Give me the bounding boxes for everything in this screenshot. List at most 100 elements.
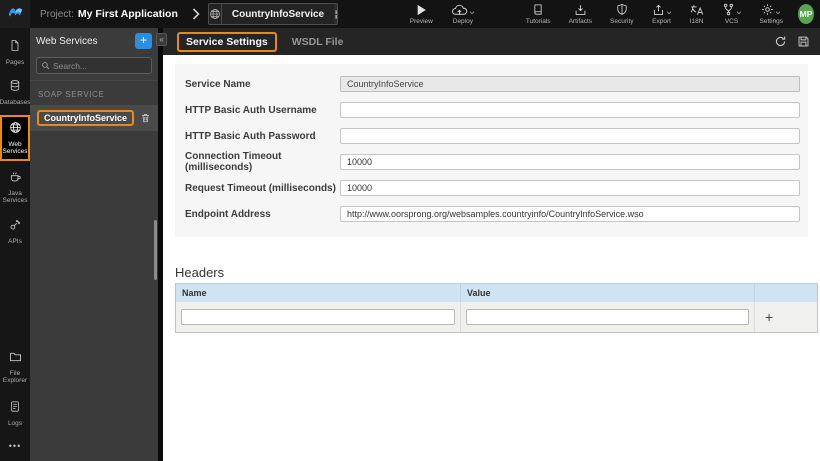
header-name-cell [176,302,461,332]
vcs-label: VCS [724,18,739,25]
header-value-input[interactable] [466,309,749,325]
deploy-label: Deploy [452,17,473,25]
header-name-input[interactable] [181,309,455,325]
vcs-button[interactable]: VCS [722,3,742,25]
rail-top-group: Pages Databases Web Services Java Servic… [0,34,31,249]
sidebar-item-label: Logs [7,419,23,427]
i18n-icon [690,4,704,16]
security-label: Security [610,18,634,25]
sidebar-item-label: Web Services [2,140,28,156]
tab-wsdl-file[interactable]: WSDL File [292,36,344,48]
settings-button[interactable]: Settings [759,3,784,25]
file-explorer-icon [9,350,22,368]
tutorials-button[interactable]: Tutorials [526,3,551,25]
tutorials-label: Tutorials [525,18,551,25]
sidebar-item-file-explorer[interactable]: File Explorer [0,345,30,389]
chevron-down-icon [736,11,742,15]
project-label: Project: [40,9,74,20]
apis-icon [9,218,22,236]
sidebar-item-databases[interactable]: Databases [0,74,31,110]
form-row-username: HTTP Basic Auth Username [175,97,808,123]
security-button[interactable]: Security [610,3,634,25]
field-label: Service Name [185,78,251,90]
service-tab-bar: Service Settings WSDL File [163,28,820,55]
field-label: HTTP Basic Auth Username [185,104,317,116]
http-basic-auth-password-field[interactable] [340,128,800,144]
i18n-label: I18N [689,17,704,25]
service-name-field [340,76,800,92]
panel-scrollbar[interactable] [154,220,157,280]
web-services-panel: Web Services + SOAP SERVICE CountryInfoS… [30,28,158,461]
header-value-cell [461,302,755,332]
i18n-button[interactable]: I18N [690,4,704,25]
sidebar-item-logs[interactable]: Logs [0,395,30,431]
chevron-right-icon [192,8,200,20]
main-area: Service Settings WSDL File Service Name … [163,28,820,461]
tab-service-settings[interactable]: Service Settings [177,31,277,52]
form-row-request-timeout: Request Timeout (milliseconds) [175,175,808,201]
section-label-soap-service: SOAP SERVICE [38,90,105,99]
panel-title: Web Services [36,35,98,47]
export-button[interactable]: Export [652,4,672,25]
tutorials-icon [532,3,544,16]
save-icon[interactable] [797,35,810,48]
chevron-down-icon [469,10,475,15]
collapse-panel-button[interactable]: « [156,33,167,46]
artifacts-label: Artifacts [568,17,593,25]
globe-icon [209,4,222,24]
deploy-button[interactable]: Deploy [451,4,475,25]
logs-icon [9,400,21,418]
sidebar-item-web-services[interactable]: Web Services [0,114,30,161]
panel-content-divider [158,28,163,461]
databases-icon [9,79,21,97]
sidebar-item-apis[interactable]: APIs [0,213,30,249]
app-window: Project: My First Application CountryInf… [0,0,820,461]
form-row-password: HTTP Basic Auth Password [175,123,808,149]
column-header-name: Name [176,284,461,302]
request-timeout-field[interactable] [340,180,800,196]
sidebar-item-java-services[interactable]: Java Services [0,165,30,209]
preview-button[interactable]: Preview [410,4,433,25]
service-name-highlight[interactable]: CountryInfoService [37,110,135,126]
artifacts-button[interactable]: Artifacts [569,4,592,25]
app-logo[interactable] [0,0,30,28]
column-header-actions [755,284,817,302]
sidebar-item-label: Java Services [2,189,28,205]
top-bar: Project: My First Application CountryInf… [0,0,820,28]
logo-icon [7,4,24,24]
chevron-down-icon [775,11,781,15]
search-input[interactable] [53,60,147,71]
user-avatar[interactable]: MP [798,4,814,24]
endpoint-address-field[interactable] [340,206,800,222]
add-header-row-button[interactable]: + [760,310,773,324]
project-name: My First Application [77,8,178,20]
tab-actions [774,35,820,48]
grid-icon[interactable] [334,4,337,24]
settings-label: Settings [759,18,784,25]
refresh-icon[interactable] [774,35,787,48]
field-label: Connection Timeout (milliseconds) [185,151,282,173]
search-icon [41,57,50,75]
headers-table: Name Value + [175,283,818,333]
java-services-icon [9,170,22,188]
field-label: Request Timeout (milliseconds) [185,182,336,194]
open-service-tab[interactable]: CountryInfoService [207,3,338,25]
service-list-item-countryinfoservice[interactable]: CountryInfoService [30,105,158,131]
rail-bottom-group: File Explorer Logs ••• [0,345,30,461]
web-services-icon [9,121,22,139]
form-row-connection-timeout: Connection Timeout (milliseconds) [175,149,808,175]
headers-section-title: Headers [175,265,225,280]
http-basic-auth-username-field[interactable] [340,102,800,118]
connection-timeout-field[interactable] [340,154,800,170]
service-settings-content: Service Name HTTP Basic Auth Username HT… [163,55,820,461]
preview-icon [416,4,427,16]
header-actions-cell: + [755,302,817,332]
more-options-button[interactable]: ••• [0,437,30,457]
export-label: Export [652,17,671,25]
deploy-icon [451,4,468,16]
add-service-button[interactable]: + [135,33,152,49]
sidebar-item-pages[interactable]: Pages [0,34,30,70]
export-icon [652,4,665,16]
trash-icon[interactable] [140,112,151,124]
service-settings-form: Service Name HTTP Basic Auth Username HT… [175,64,808,237]
